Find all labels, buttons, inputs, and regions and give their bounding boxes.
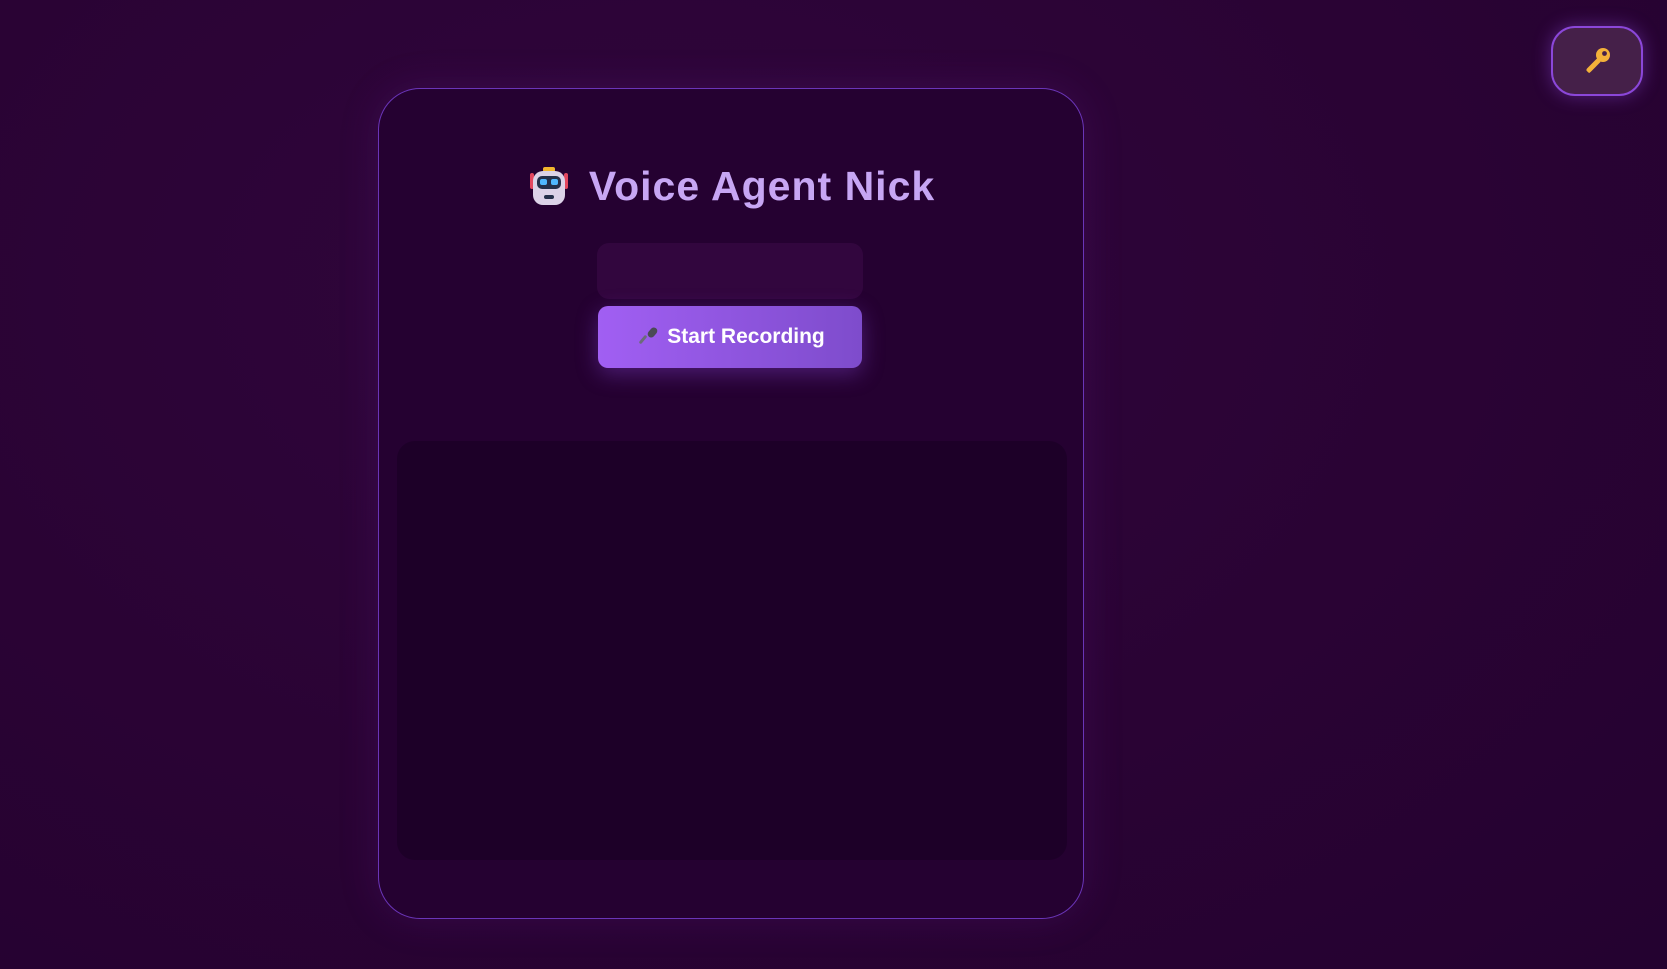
status-indicator <box>597 243 863 299</box>
app-background: Voice Agent Nick Start Recording <box>0 0 1667 969</box>
key-icon <box>1586 48 1610 74</box>
robot-icon <box>529 166 568 205</box>
start-recording-label: Start Recording <box>667 325 825 348</box>
page-title: Voice Agent Nick <box>588 163 936 209</box>
voice-agent-card: Voice Agent Nick Start Recording <box>378 88 1084 919</box>
transcript-panel <box>397 441 1067 860</box>
microphone-icon <box>639 327 658 344</box>
page-header: Voice Agent Nick <box>379 163 1083 210</box>
api-key-button[interactable] <box>1551 26 1643 96</box>
start-recording-button[interactable]: Start Recording <box>598 306 862 368</box>
